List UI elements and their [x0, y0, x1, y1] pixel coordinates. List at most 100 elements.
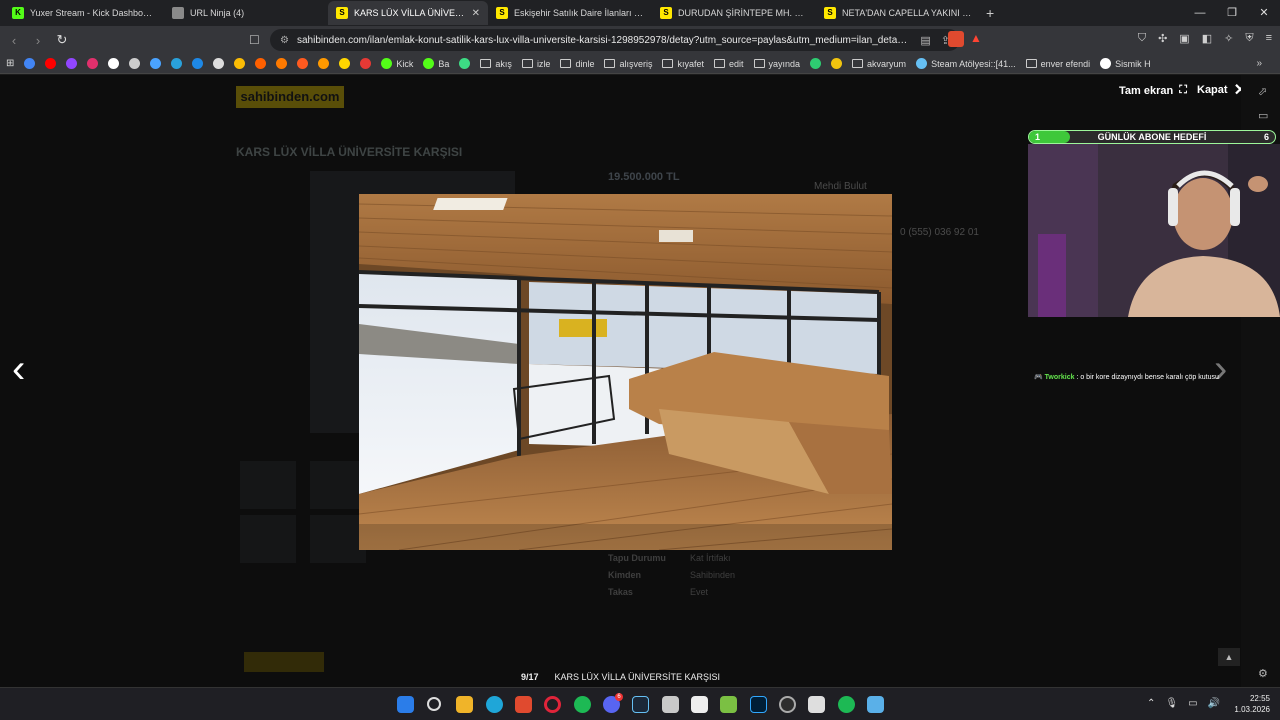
gallery-photo[interactable]: [359, 194, 892, 550]
menu-icon[interactable]: ≡: [1266, 32, 1272, 45]
site-info-icon[interactable]: ⚙: [280, 35, 289, 46]
obs-icon[interactable]: [691, 696, 708, 713]
bookmark-item[interactable]: edit: [714, 59, 744, 69]
brave-shields-icon[interactable]: [948, 31, 964, 47]
volume-icon[interactable]: 🔊: [1208, 698, 1220, 709]
wallet-icon[interactable]: ▣: [1179, 32, 1189, 45]
opera-icon[interactable]: [544, 696, 561, 713]
bookmark-item[interactable]: Sismik H: [1100, 58, 1151, 69]
bookmark-item[interactable]: alışveriş: [604, 59, 652, 69]
bookmark-item[interactable]: [213, 58, 225, 69]
bookmark-item[interactable]: [360, 58, 372, 69]
microphone-icon[interactable]: 🎙: [1165, 698, 1178, 709]
bookmark-item[interactable]: [297, 58, 309, 69]
bookmark-item[interactable]: [24, 58, 36, 69]
steam-icon[interactable]: [632, 696, 649, 713]
edge-icon[interactable]: [486, 696, 503, 713]
bookmark-icon[interactable]: ☐: [249, 33, 260, 47]
bookmark-item[interactable]: [150, 58, 162, 69]
spotify-2-icon[interactable]: [838, 696, 855, 713]
sahibinden-icon: S: [824, 7, 836, 19]
bookmark-item[interactable]: [66, 58, 78, 69]
close-tab-icon[interactable]: ✕: [472, 8, 480, 19]
tray-chevron-icon[interactable]: ⌃: [1147, 698, 1155, 709]
vpn-icon[interactable]: ⛨: [1245, 32, 1253, 45]
brave-icon[interactable]: [515, 696, 532, 713]
more-bookmarks-icon[interactable]: »: [1256, 58, 1262, 69]
thumbnail: [310, 515, 366, 563]
shield-icon[interactable]: ⛉: [1138, 32, 1146, 45]
bookmark-item[interactable]: [810, 58, 822, 69]
bookmark-item[interactable]: enver efendi: [1025, 59, 1090, 69]
minimize-icon[interactable]: —: [1184, 0, 1216, 26]
address-bar[interactable]: ⚙ sahibinden.com/ilan/emlak-konut-satili…: [270, 29, 960, 51]
fullscreen-button[interactable]: Tam ekran ⛶: [1119, 84, 1187, 97]
kick-icon: [423, 58, 435, 69]
bookmark-item[interactable]: [459, 58, 471, 69]
bookmark-item[interactable]: [108, 58, 120, 69]
bookmark-item[interactable]: akış: [480, 59, 512, 69]
bookmark-item[interactable]: yayında: [753, 59, 800, 69]
close-window-icon[interactable]: ✕: [1248, 0, 1280, 26]
calculator-icon[interactable]: [662, 696, 679, 713]
leo-icon[interactable]: ✧: [1224, 32, 1233, 45]
side-panel-icon[interactable]: ⬀: [1258, 85, 1267, 98]
bookmark-item[interactable]: [255, 58, 267, 69]
app-clock-icon[interactable]: [779, 696, 796, 713]
file-explorer-icon[interactable]: [456, 696, 473, 713]
bookmark-item[interactable]: [831, 58, 843, 69]
bookmark-item[interactable]: akvaryum: [852, 59, 906, 69]
restore-icon[interactable]: ❐: [1216, 0, 1248, 26]
bookmark-item[interactable]: Kick: [381, 58, 413, 69]
sidebar-icon[interactable]: ◧: [1202, 32, 1212, 45]
next-photo-icon[interactable]: ›: [1214, 347, 1227, 392]
bookmark-item[interactable]: dinle: [560, 59, 594, 69]
spotify-icon[interactable]: [574, 696, 591, 713]
scroll-top-icon[interactable]: ▲: [1218, 648, 1240, 666]
bookmark-item[interactable]: Steam Atölyesi::[41...: [916, 58, 1016, 69]
apps-icon[interactable]: ⊞: [6, 58, 14, 69]
bookmark-item[interactable]: [276, 58, 288, 69]
photoshop-icon[interactable]: [750, 696, 767, 713]
bookmark-item[interactable]: [339, 58, 351, 69]
chrome-icon: [234, 58, 246, 69]
tab-url-ninja[interactable]: URL Ninja (4): [164, 1, 328, 25]
settings-app-icon[interactable]: [867, 696, 884, 713]
reading-list-icon[interactable]: ▭: [1258, 109, 1268, 122]
tab-eskisehir[interactable]: S Eskişehir Satılık Daire İlanları ve Sa…: [488, 1, 652, 25]
bookmark-item[interactable]: [192, 58, 204, 69]
search-icon[interactable]: [427, 697, 441, 711]
bookmark-item[interactable]: [171, 58, 183, 69]
bookmark-item[interactable]: [318, 58, 330, 69]
clock[interactable]: 22:55 1.03.2026: [1234, 693, 1270, 715]
customize-icon[interactable]: ⚙: [1258, 667, 1268, 680]
discord-badge: 6: [615, 693, 623, 701]
bookmark-item[interactable]: kıyafet: [662, 59, 704, 69]
display-icon[interactable]: ▭: [1188, 698, 1197, 709]
app-doc-icon[interactable]: [808, 696, 825, 713]
previous-photo-icon[interactable]: ‹: [12, 347, 25, 392]
forward-icon[interactable]: ›: [28, 33, 48, 48]
new-tab-button[interactable]: +: [980, 5, 1000, 21]
tab-kick-dashboard[interactable]: K Yuxer Stream - Kick Dashboard: [4, 1, 164, 25]
chat-text: : o bir kore dizaynıydı bense karalı çöp…: [1076, 374, 1219, 381]
extensions-icon[interactable]: ✣: [1158, 32, 1167, 45]
bookmark-item[interactable]: [234, 58, 246, 69]
tab-kars-villa[interactable]: S KARS LÜX VİLLA ÜNİVERSİTE KA ✕: [328, 1, 488, 25]
tab-neta[interactable]: S NETA'DAN CAPELLA YAKINI FIRSAT D: [816, 1, 980, 25]
bookmark-item[interactable]: izle: [521, 59, 550, 69]
bookmark-item[interactable]: [129, 58, 141, 69]
close-lightbox-button[interactable]: Kapat ✕: [1197, 82, 1241, 98]
brave-rewards-icon[interactable]: ▲: [970, 31, 986, 47]
reload-icon[interactable]: ↻: [52, 32, 72, 48]
reader-mode-icon[interactable]: ▤: [920, 34, 930, 47]
app-green-icon[interactable]: [720, 696, 737, 713]
bookmark-item[interactable]: Ba: [423, 58, 449, 69]
tab-durudan[interactable]: S DURUDAN ŞİRİNTEPE MH. 3+1 AMEL: [652, 1, 816, 25]
tab-label: URL Ninja (4): [190, 8, 245, 18]
bookmark-item[interactable]: [45, 58, 57, 69]
bookmark-label: Kick: [396, 58, 414, 69]
sidebar-toggle-icon[interactable]: ‹: [4, 33, 24, 48]
bookmark-item[interactable]: [87, 58, 99, 69]
start-icon[interactable]: [397, 696, 414, 713]
